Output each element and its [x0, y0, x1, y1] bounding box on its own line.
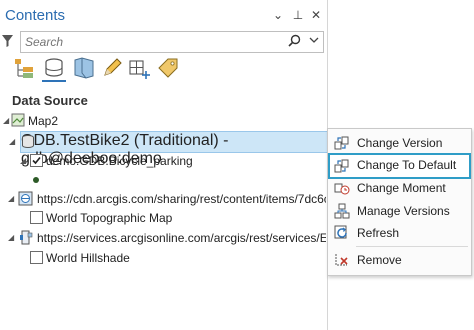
web-service-icon [18, 191, 33, 209]
search-box[interactable] [20, 31, 324, 53]
menu-item-label: Remove [357, 253, 402, 267]
contents-toolbar [12, 56, 182, 82]
section-label: Data Source [12, 93, 88, 108]
pane-title: Contents [5, 7, 66, 24]
expand-arrow-icon[interactable]: ◢ [8, 194, 14, 203]
pin-icon[interactable]: ⊥ [291, 8, 305, 22]
refresh-icon [334, 225, 350, 244]
contents-pane: Contents ⌄ ⊥ ✕ Search Data Source ◢ Map2… [0, 0, 328, 330]
layer-visibility-checkbox[interactable] [30, 211, 43, 224]
filter-icon[interactable] [1, 34, 14, 53]
list-by-drawing-order-icon[interactable] [12, 56, 36, 80]
menu-item-label: Refresh [357, 226, 400, 240]
image-service-icon [19, 230, 33, 248]
menu-item-change-to-default[interactable]: Change To Default [328, 153, 471, 179]
context-menu: Change Version Change To Default Change … [327, 128, 472, 276]
expand-arrow-icon[interactable]: ◢ [3, 116, 9, 125]
menu-item-change-moment[interactable]: Change Moment [328, 177, 471, 199]
close-icon[interactable]: ✕ [309, 8, 323, 22]
tree-item-map[interactable]: ◢ Map2 [0, 111, 326, 131]
list-by-snapping-icon[interactable] [128, 56, 152, 80]
manage-versions-icon [334, 203, 350, 222]
tree-item-label: Map2 [28, 114, 59, 128]
layer-visibility-checkbox[interactable] [30, 154, 43, 167]
tree-item-layer-hillshade[interactable]: World Hillshade [0, 248, 326, 268]
chevron-down-icon[interactable] [309, 34, 319, 49]
tree-item-label: https://services.arcgisonline.com/arcgis… [37, 231, 326, 245]
change-moment-icon [334, 180, 350, 199]
menu-item-remove[interactable]: Remove [328, 249, 471, 271]
pane-titlebar: Contents ⌄ ⊥ ✕ [0, 0, 327, 31]
map-icon [11, 113, 25, 130]
expand-arrow-icon[interactable]: ◢ [20, 156, 26, 165]
list-by-data-source-icon[interactable] [42, 56, 66, 82]
pane-options-dropdown[interactable]: ⌄ [271, 8, 285, 22]
change-version-icon [334, 135, 350, 154]
tree-item-service-elevation[interactable]: ◢ https://services.arcgisonline.com/arcg… [0, 228, 326, 248]
list-by-selection-icon[interactable] [72, 56, 96, 80]
tree-item-layer-parking[interactable]: ◢ demo.GDB.Bicycle_parking [0, 151, 326, 171]
list-by-editing-icon[interactable] [100, 56, 124, 80]
change-to-default-icon [334, 158, 350, 177]
search-row [0, 31, 327, 53]
menu-item-refresh[interactable]: Refresh [328, 222, 471, 244]
tree-item-service-basemap[interactable]: ◢ https://cdn.arcgis.com/sharing/rest/co… [0, 189, 326, 209]
tree-item-gdb[interactable]: ◢ GDB.TestBike2 (Traditional) - gdb@deeb… [9, 131, 328, 167]
tree-item-label: World Topographic Map [46, 211, 173, 225]
point-symbol-icon [32, 171, 42, 191]
menu-separator [356, 246, 468, 247]
menu-item-label: Change Version [357, 136, 443, 150]
menu-item-label: Change Moment [357, 181, 446, 195]
layer-visibility-checkbox[interactable] [30, 251, 43, 264]
tree-item-label: World Hillshade [46, 251, 130, 265]
tree-item-label: https://cdn.arcgis.com/sharing/rest/cont… [37, 192, 326, 206]
expand-arrow-icon[interactable]: ◢ [8, 233, 14, 242]
menu-item-manage-versions[interactable]: Manage Versions [328, 200, 471, 222]
list-by-labeling-icon[interactable] [156, 56, 180, 80]
search-icon[interactable] [288, 34, 301, 52]
menu-item-change-version[interactable]: Change Version [328, 132, 471, 154]
tree-item-label: demo.GDB.Bicycle_parking [46, 154, 193, 168]
expand-arrow-icon[interactable]: ◢ [9, 137, 15, 146]
menu-item-label: Change To Default [357, 158, 457, 172]
tree-item-layer-topo[interactable]: World Topographic Map [0, 208, 326, 228]
search-input[interactable] [25, 34, 275, 49]
menu-item-label: Manage Versions [357, 204, 450, 218]
remove-icon [334, 252, 350, 271]
